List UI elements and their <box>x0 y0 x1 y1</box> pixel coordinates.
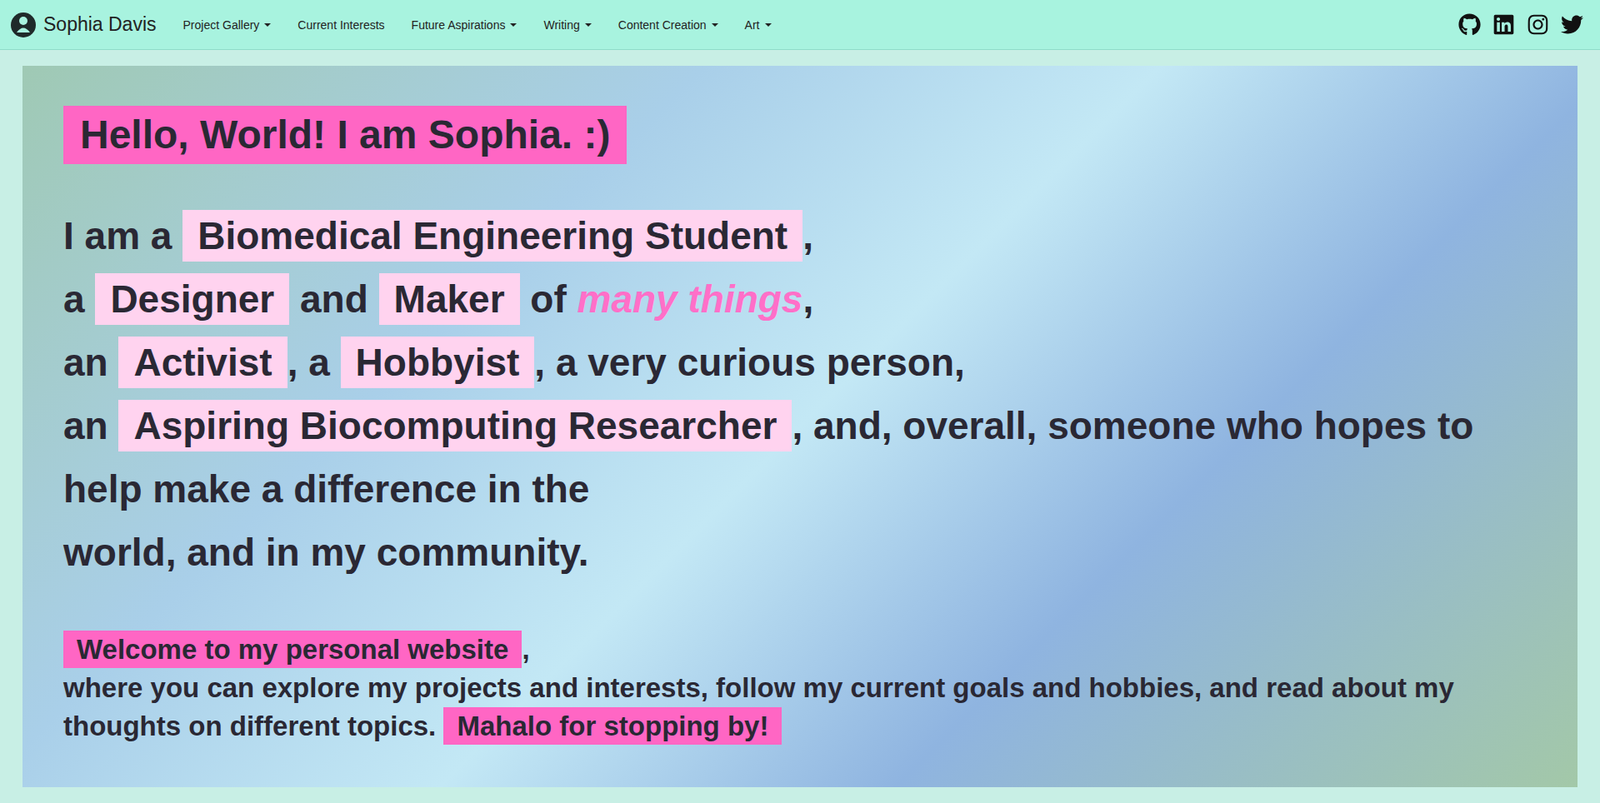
intro-line: an Activist, a Hobbyist, a very curious … <box>63 330 1530 395</box>
text: of <box>520 277 578 321</box>
highlight-text: Mahalo for stopping by! <box>443 707 782 745</box>
text: , <box>802 277 814 321</box>
nav-label: Art <box>745 18 760 32</box>
linkedin-icon <box>1492 13 1515 36</box>
intro: I am a Biomedical Engineering Student,a … <box>63 204 1530 585</box>
welcome: Welcome to my personal website,where you… <box>63 630 1514 746</box>
role-chip: Aspiring Biocomputing Researcher <box>118 400 792 452</box>
welcome-line: where you can explore my projects and in… <box>63 669 1514 746</box>
intro-line: I am a Biomedical Engineering Student, <box>63 204 1530 268</box>
github-icon <box>1458 13 1481 36</box>
text: and <box>289 277 379 321</box>
caret-icon <box>510 23 517 27</box>
nav-label: Current Interests <box>297 18 385 32</box>
brand-name: Sophia Davis <box>43 13 157 36</box>
role-chip: Biomedical Engineering Student <box>182 210 803 262</box>
navbar: Sophia Davis Project Gallery Current Inter… <box>0 0 1600 50</box>
linkedin-link[interactable] <box>1492 13 1515 36</box>
intro-line: world, and in my community. <box>63 520 1530 585</box>
instagram-icon <box>1526 13 1550 36</box>
nav-label: Content Creation <box>618 18 707 32</box>
twitter-link[interactable] <box>1560 13 1584 36</box>
text: , a very curious person, <box>534 340 965 385</box>
caret-icon <box>585 23 592 27</box>
text: an <box>63 404 119 448</box>
highlight-text: Welcome to my personal website <box>63 630 522 669</box>
twitter-icon <box>1560 13 1584 36</box>
instagram-link[interactable] <box>1526 13 1550 36</box>
role-chip: Maker <box>379 273 520 325</box>
brand[interactable]: Sophia Davis <box>10 11 157 39</box>
caret-icon <box>765 23 772 27</box>
social-links <box>1458 13 1590 36</box>
hero: Hello, World! I am Sophia. :) I am a Biom… <box>22 65 1578 788</box>
caret-icon <box>264 23 271 27</box>
accent-text: many things <box>577 277 804 321</box>
nav-item[interactable]: Project Gallery <box>183 18 272 32</box>
nav-item[interactable]: Writing <box>543 18 591 32</box>
nav-label: Project Gallery <box>183 18 260 32</box>
nav-item[interactable]: Current Interests <box>297 18 385 32</box>
nav-label: Writing <box>543 18 580 32</box>
text: , <box>521 634 530 665</box>
caret-icon <box>711 23 719 27</box>
nav-label: Future Aspirations <box>411 18 506 32</box>
text: world, and in my community. <box>63 530 589 575</box>
logo-icon <box>10 11 37 39</box>
intro-line: an Aspiring Biocomputing Researcher, and… <box>63 394 1530 521</box>
text: , <box>802 214 814 258</box>
role-chip: Hobbyist <box>340 336 535 389</box>
page: Sophia Davis Project Gallery Current Inter… <box>0 0 1600 803</box>
nav-item[interactable]: Art <box>745 18 772 32</box>
role-chip: Designer <box>95 273 290 325</box>
intro-line: a Designer and Maker of many things, <box>63 267 1530 331</box>
text: an <box>63 340 119 385</box>
greeting: Hello, World! I am Sophia. :) <box>63 105 627 165</box>
text: I am a <box>63 214 183 258</box>
nav-item[interactable]: Future Aspirations <box>411 18 518 32</box>
text: , a <box>287 340 341 385</box>
text: a <box>63 277 95 321</box>
role-chip: Activist <box>118 336 287 389</box>
github-link[interactable] <box>1458 13 1481 36</box>
nav-item[interactable]: Content Creation <box>618 18 719 32</box>
nav-list: Project Gallery Current Interests Future A… <box>183 18 1432 32</box>
welcome-line: Welcome to my personal website, <box>63 630 1514 670</box>
